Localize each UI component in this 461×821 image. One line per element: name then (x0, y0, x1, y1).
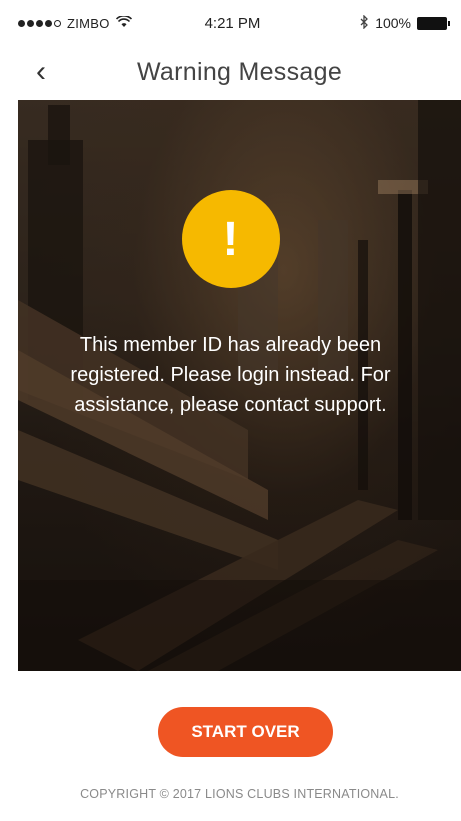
signal-dots-icon (18, 19, 61, 27)
copyright-text: COPYRIGHT © 2017 LIONS CLUBS INTERNATION… (80, 787, 399, 801)
status-right: 100% (360, 13, 450, 32)
battery-percent: 100% (375, 15, 411, 31)
warning-message: This member ID has already been register… (70, 334, 391, 416)
nav-bar: ‹ Warning Message (18, 44, 461, 100)
exclamation-icon: ! (181, 190, 280, 288)
chevron-left-icon[interactable]: ‹ (36, 57, 56, 87)
status-bar: ZIMBO 4:21 PM 100% (18, 12, 450, 34)
bluetooth-icon (360, 13, 369, 32)
status-left: ZIMBO (18, 15, 132, 31)
page-title: Warning Message (136, 57, 343, 86)
clock-time: 4:21 PM (204, 14, 261, 32)
battery-icon (417, 16, 450, 30)
wifi-icon (115, 15, 132, 31)
carrier-name: ZIMBO (67, 15, 110, 31)
start-over-button[interactable]: START OVER (158, 707, 333, 757)
